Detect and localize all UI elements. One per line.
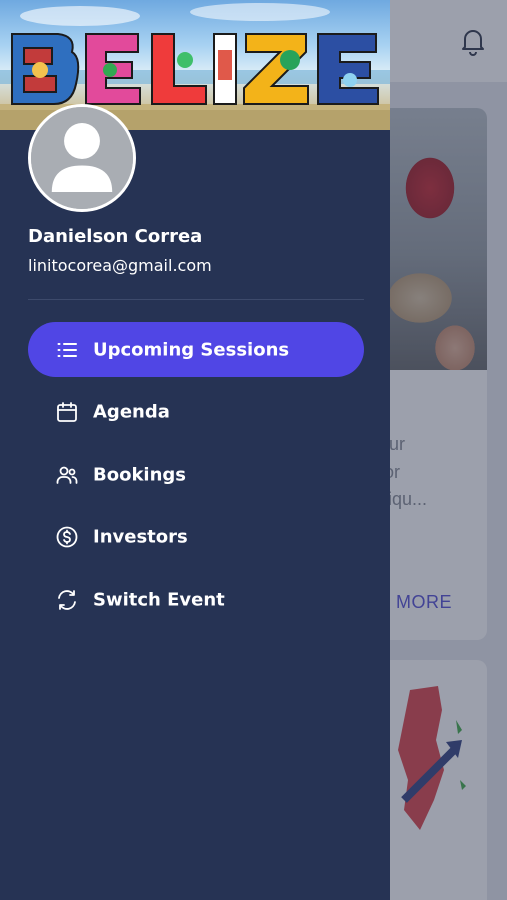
list-icon <box>55 338 79 362</box>
calendar-icon <box>55 400 79 424</box>
user-name: Danielson Correa <box>28 226 203 247</box>
navigation-drawer: Danielson Correa linitocorea@gmail.com U… <box>0 0 390 900</box>
user-silhouette-icon <box>31 107 133 209</box>
users-icon <box>55 463 79 487</box>
user-email: linitocorea@gmail.com <box>28 256 212 275</box>
menu-item-label: Switch Event <box>93 589 225 610</box>
dollar-circle-icon <box>55 525 79 549</box>
avatar[interactable] <box>28 104 136 212</box>
divider <box>28 299 364 300</box>
refresh-icon <box>55 588 79 612</box>
menu-item-investors[interactable]: Investors <box>28 510 364 565</box>
menu-item-label: Investors <box>93 526 188 548</box>
drawer-menu: Upcoming Sessions Agenda Bookings Invest… <box>28 322 364 635</box>
menu-item-upcoming-sessions[interactable]: Upcoming Sessions <box>28 322 364 377</box>
menu-item-label: Bookings <box>93 464 187 485</box>
menu-item-label: Upcoming Sessions <box>93 339 290 360</box>
menu-item-label: Agenda <box>93 401 170 423</box>
menu-item-switch-event[interactable]: Switch Event <box>28 572 364 627</box>
menu-item-agenda[interactable]: Agenda <box>28 385 364 440</box>
menu-item-bookings[interactable]: Bookings <box>28 447 364 502</box>
